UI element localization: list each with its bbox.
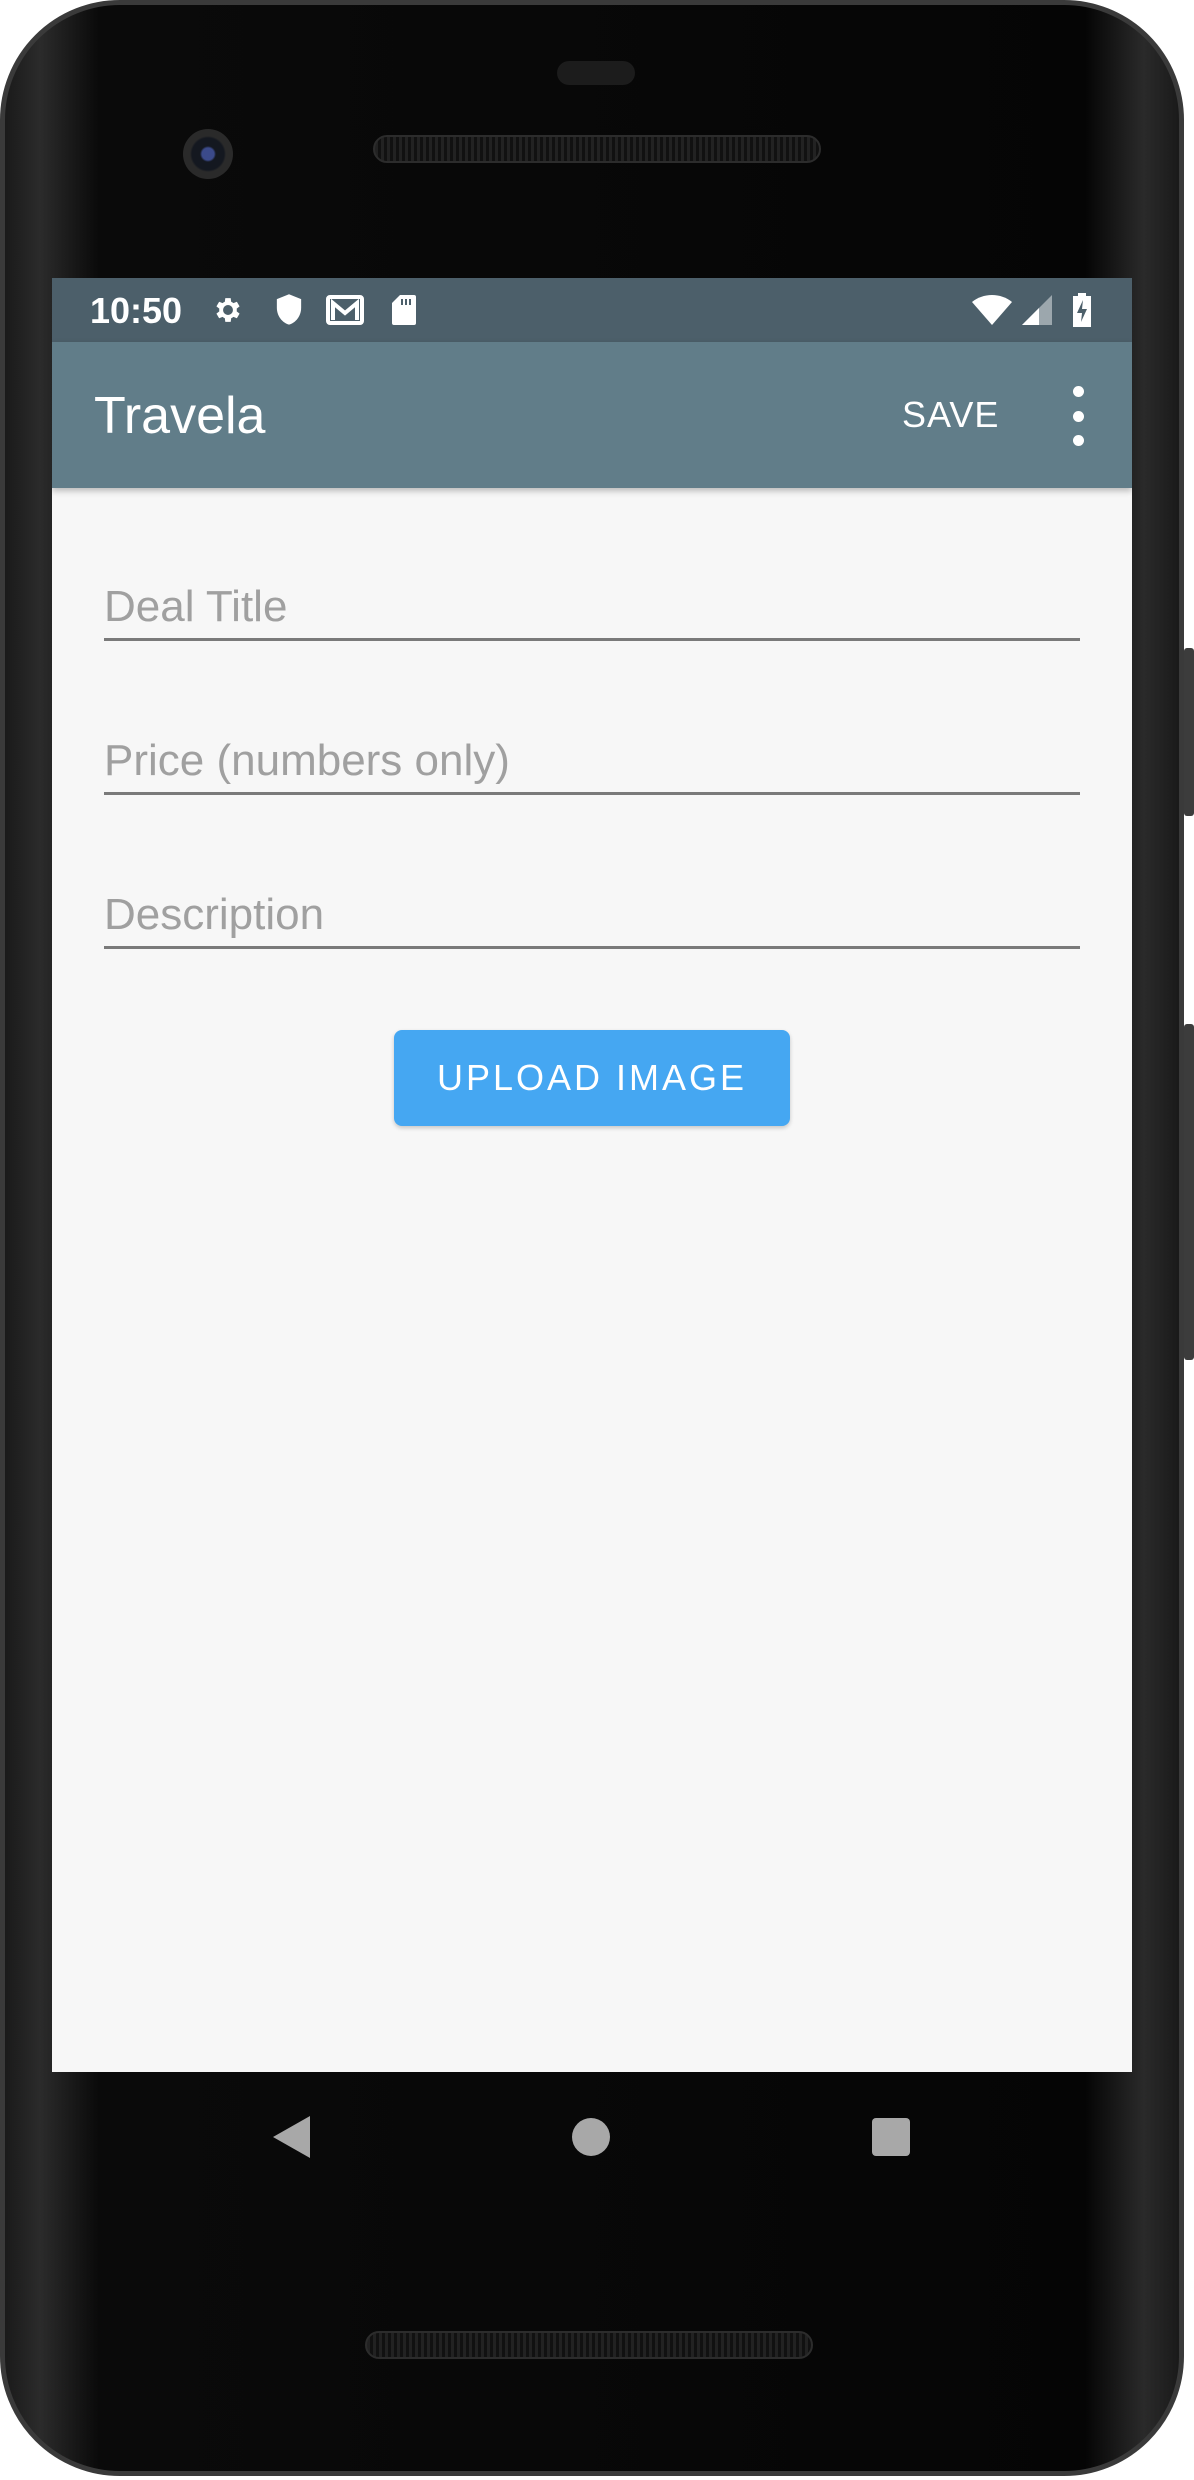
back-triangle-icon[interactable] [270,2114,312,2165]
power-button [1184,648,1194,816]
shield-icon [272,292,306,328]
deal-title-field [104,558,1080,641]
gmail-icon [324,292,366,328]
app-bar: Travela SAVE [52,342,1132,488]
battery-charging-icon [1070,292,1094,328]
front-camera [183,129,233,179]
description-field [104,866,1080,949]
home-circle-icon[interactable] [572,2118,610,2156]
settings-icon [210,292,246,328]
bottom-speaker-grille [365,2331,813,2359]
status-time: 10:50 [90,290,183,331]
app-title: Travela [94,387,266,445]
description-input[interactable] [104,890,1080,940]
top-speaker-grille [373,135,821,163]
upload-image-button[interactable]: UPLOAD IMAGE [394,1030,790,1126]
save-button[interactable]: SAVE [902,394,999,436]
earpiece [557,61,635,85]
volume-rocker [1184,1024,1194,1360]
recents-square-icon[interactable] [872,2118,910,2156]
price-input[interactable] [104,736,1080,786]
status-bar: 10:50 [52,278,1132,342]
signal-icon [1018,292,1054,328]
screen: 10:50 Travela SAVE Deal Title Price (num… [52,278,1132,2072]
more-vert-icon[interactable] [1058,386,1098,446]
sd-card-icon [390,292,418,328]
deal-title-input[interactable] [104,582,1080,632]
price-field [104,712,1080,795]
wifi-icon [970,292,1014,328]
